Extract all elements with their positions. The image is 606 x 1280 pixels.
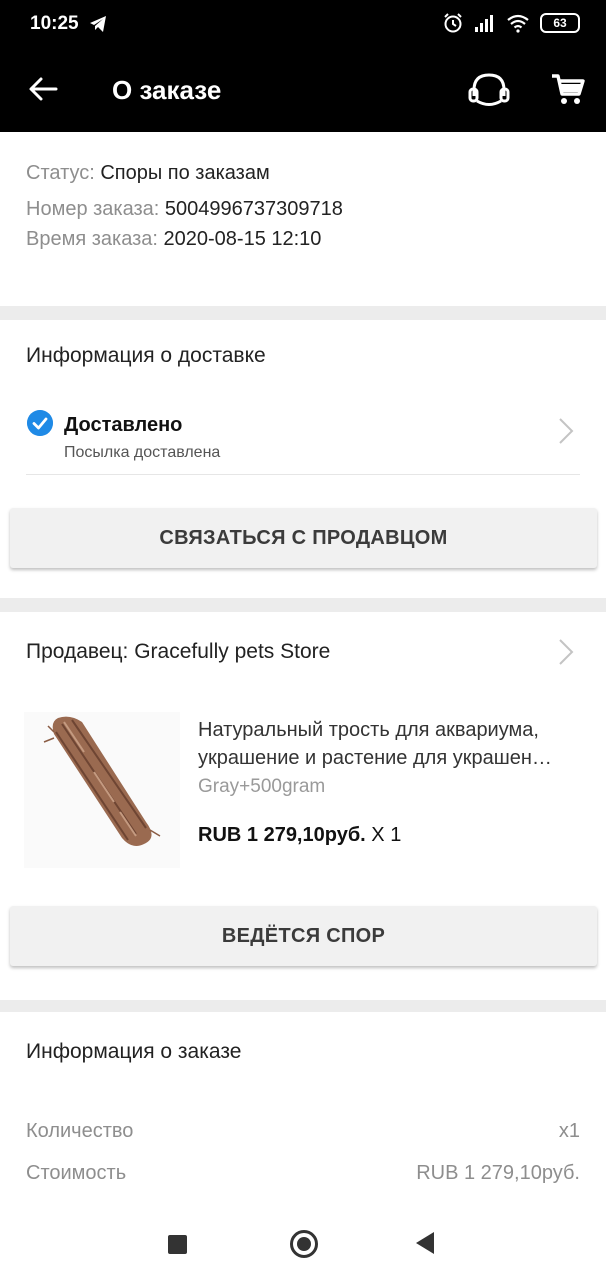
app-bar: О заказе: [0, 50, 606, 132]
delivery-status-title: Доставлено: [64, 414, 183, 436]
status-icons: 63: [442, 12, 580, 34]
order-status-row: Статус: Споры по заказам: [26, 162, 270, 185]
telegram-icon: [90, 16, 106, 32]
chevron-right-icon: [559, 418, 574, 444]
delivery-card: Информация о доставке Доставлено Посылка…: [0, 320, 606, 598]
order-info-card: Информация о заказе Количество x1 Стоимо…: [0, 1012, 606, 1208]
product-variant: Gray+500gram: [198, 776, 326, 797]
order-status-label: Статус:: [26, 162, 95, 184]
product-quantity: X 1: [365, 824, 402, 846]
order-number-row: Номер заказа: 5004996737309718: [26, 198, 343, 221]
product-name-line1: Натуральный трость для аквариума,: [198, 719, 539, 741]
order-info-value: x1: [558, 1120, 580, 1142]
wifi-icon: [507, 14, 529, 33]
alarm-icon: [444, 13, 462, 33]
system-nav-bar: [0, 1208, 606, 1280]
product-name-line2: украшение и растение для украшен…: [198, 747, 552, 769]
recent-apps-icon[interactable]: [168, 1235, 187, 1254]
dispute-button[interactable]: ВЕДЁТСЯ СПОР: [10, 906, 597, 966]
cart-icon[interactable]: [550, 72, 586, 108]
page-title: О заказе: [112, 75, 222, 105]
battery-indicator: 63: [540, 13, 580, 33]
order-status-value: Споры по заказам: [100, 162, 270, 184]
delivery-status-subtitle: Посылка доставлена: [64, 444, 221, 461]
order-info-row: Стоимость RUB 1 279,10руб.: [26, 1162, 580, 1185]
status-time: 10:25: [30, 13, 79, 34]
order-info-label: Количество: [26, 1120, 134, 1142]
order-info-section-title: Информация о заказе: [26, 1040, 242, 1063]
back-arrow-icon[interactable]: [26, 72, 60, 106]
chevron-right-icon[interactable]: [558, 638, 574, 666]
seller-label[interactable]: Продавец: Gracefully pets Store: [26, 640, 330, 664]
home-icon[interactable]: [290, 1230, 318, 1258]
product-image: [24, 712, 180, 868]
check-circle-icon: [27, 410, 53, 436]
contact-seller-button[interactable]: СВЯЗАТЬСЯ С ПРОДАВЦОМ: [10, 508, 597, 568]
delivery-section-title: Информация о доставке: [26, 344, 266, 367]
product-price-row: RUB 1 279,10руб. X 1: [198, 824, 401, 847]
divider: [26, 474, 580, 475]
order-number-value: 5004996737309718: [164, 198, 343, 220]
order-info-label: Стоимость: [26, 1162, 127, 1184]
order-time-value: 2020-08-15 12:10: [163, 228, 322, 250]
order-summary-card: Статус: Споры по заказам Номер заказа: 5…: [0, 132, 606, 306]
order-time-row: Время заказа: 2020-08-15 12:10: [26, 228, 321, 251]
order-time-label: Время заказа:: [26, 228, 158, 250]
order-info-row: Количество x1: [26, 1120, 580, 1143]
support-headset-icon[interactable]: [466, 70, 512, 110]
status-bar: 10:25 63: [0, 0, 606, 50]
product-thumbnail[interactable]: [24, 712, 180, 868]
signal-icon: [475, 15, 493, 32]
product-price: RUB 1 279,10руб.: [198, 824, 366, 846]
product-name[interactable]: Натуральный трость для аквариума, украше…: [198, 716, 588, 772]
order-number-label: Номер заказа:: [26, 198, 160, 220]
order-info-value: RUB 1 279,10руб.: [416, 1162, 580, 1184]
nav-back-icon[interactable]: [416, 1232, 434, 1254]
seller-card: Продавец: Gracefully pets Store Натураль…: [0, 612, 606, 1000]
